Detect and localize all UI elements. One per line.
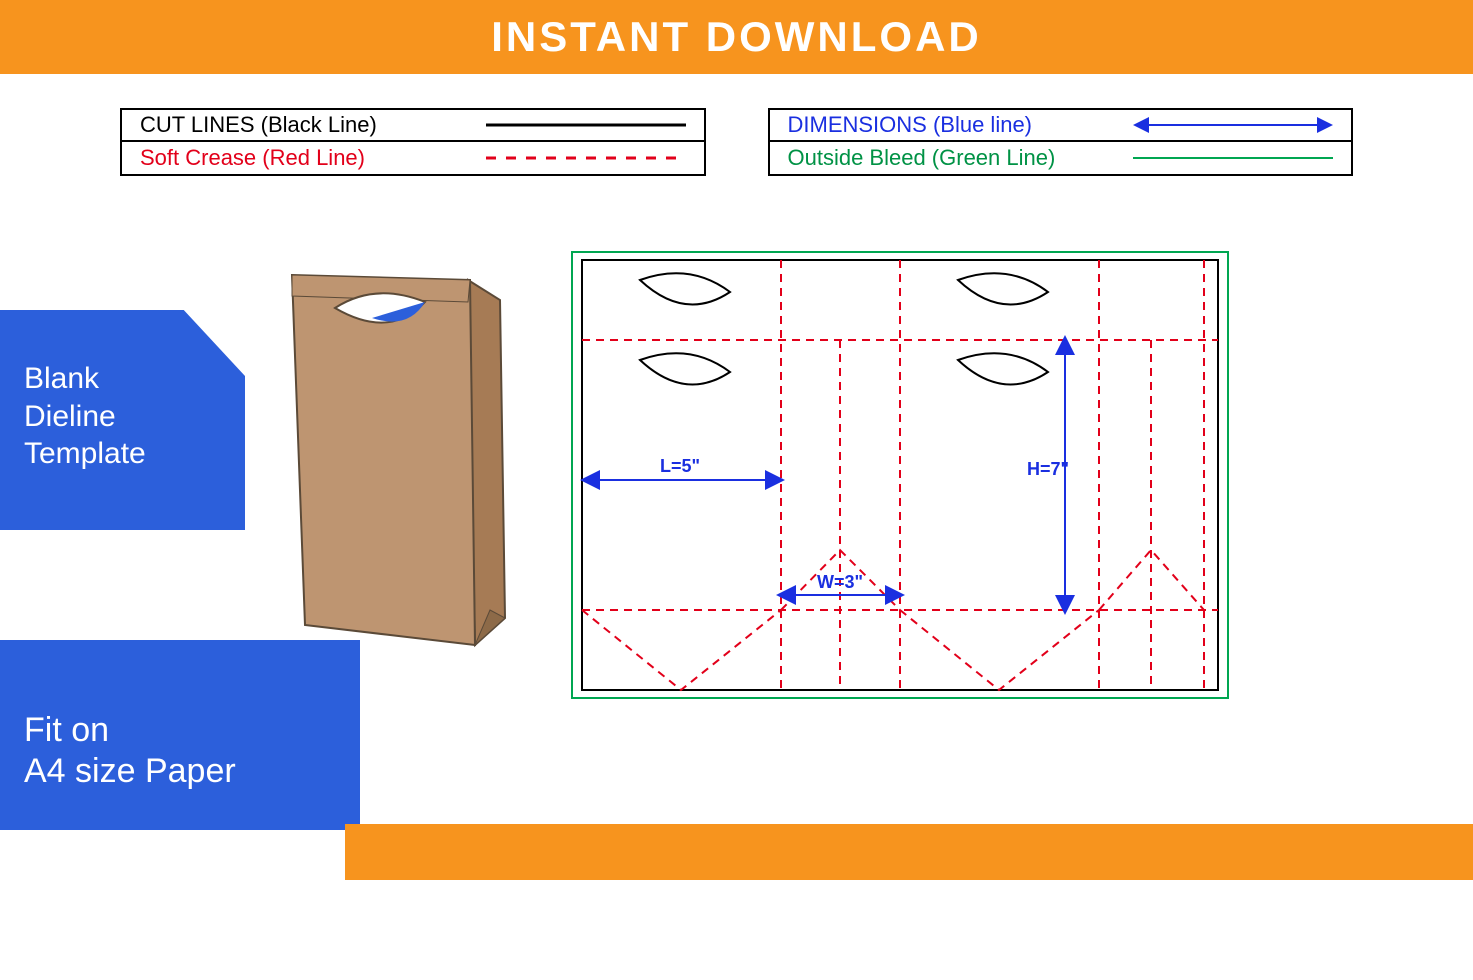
fit-line1: Fit on [24, 710, 336, 751]
legend-label-crease: Soft Crease (Red Line) [140, 145, 466, 171]
legend-swatch-bleed [1133, 149, 1333, 167]
dim-width: W=3" [817, 572, 863, 592]
legend-cut-lines: CUT LINES (Black Line) [120, 108, 706, 142]
legend-label-cut: CUT LINES (Black Line) [140, 112, 466, 138]
badge-line2: Dieline [24, 398, 221, 436]
legend-label-bleed: Outside Bleed (Green Line) [788, 145, 1114, 171]
badge-line1: Blank [24, 360, 221, 398]
bottom-bar [345, 824, 1473, 880]
legend-bleed: Outside Bleed (Green Line) [768, 142, 1354, 176]
legend-swatch-crease [486, 149, 686, 167]
dieline-diagram: L=5" W=3" H=7" [570, 250, 1230, 700]
dim-length: L=5" [660, 456, 700, 476]
badge-fit-a4: Fit on A4 size Paper [0, 640, 360, 830]
legend-label-dim: DIMENSIONS (Blue line) [788, 112, 1114, 138]
legend-soft-crease: Soft Crease (Red Line) [120, 142, 706, 176]
legend-swatch-dim [1133, 116, 1333, 134]
legend-swatch-cut [486, 116, 686, 134]
fit-line2: A4 size Paper [24, 751, 336, 792]
legend-area: CUT LINES (Black Line) Soft Crease (Red … [0, 74, 1473, 176]
bag-3d-mockup [280, 250, 520, 650]
legend-right: DIMENSIONS (Blue line) Outside Bleed (Gr… [768, 108, 1354, 176]
legend-dimensions: DIMENSIONS (Blue line) [768, 108, 1354, 142]
badge-line3: Template [24, 435, 221, 473]
banner-title: INSTANT DOWNLOAD [491, 13, 982, 61]
dim-height: H=7" [1027, 459, 1069, 479]
badge-blank-dieline: Blank Dieline Template [0, 310, 245, 530]
legend-left: CUT LINES (Black Line) Soft Crease (Red … [120, 108, 706, 176]
top-banner: INSTANT DOWNLOAD [0, 0, 1473, 74]
